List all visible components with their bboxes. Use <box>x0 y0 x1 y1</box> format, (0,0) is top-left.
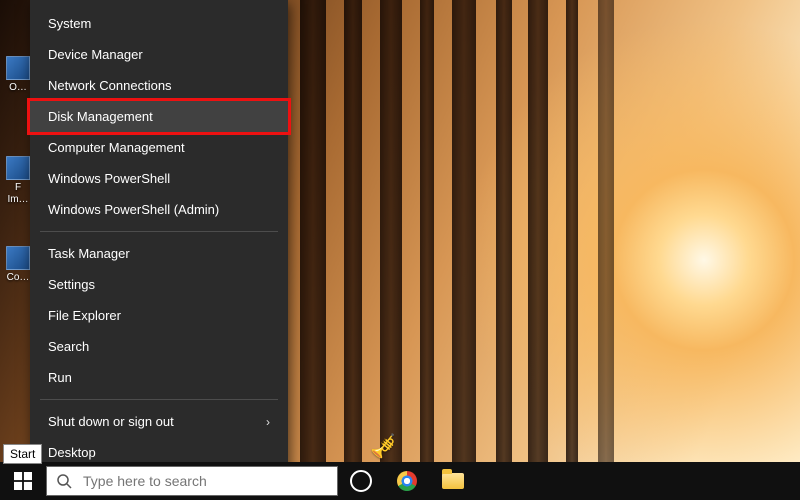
menu-item-label: Run <box>48 370 72 385</box>
chrome-icon <box>397 471 417 491</box>
menu-item-label: File Explorer <box>48 308 121 323</box>
menu-item-label: Search <box>48 339 89 354</box>
menu-item-settings[interactable]: Settings <box>30 269 288 300</box>
menu-item-label: Task Manager <box>48 246 130 261</box>
taskbar-search-box[interactable] <box>46 466 338 496</box>
desktop-icon[interactable]: O… <box>4 56 32 94</box>
task-view-icon <box>350 470 372 492</box>
menu-item-disk-management[interactable]: Disk Management <box>30 101 288 132</box>
menu-item-label: Shut down or sign out <box>48 414 174 429</box>
generic-app-icon <box>6 56 30 80</box>
chevron-right-icon: › <box>266 415 270 429</box>
menu-item-network-connections[interactable]: Network Connections <box>30 70 288 101</box>
menu-item-windows-powershell[interactable]: Windows PowerShell <box>30 163 288 194</box>
windows-logo-icon <box>14 472 32 490</box>
menu-item-device-manager[interactable]: Device Manager <box>30 39 288 70</box>
desktop-icon[interactable]: F Im… <box>4 156 32 206</box>
menu-item-system[interactable]: System <box>30 8 288 39</box>
start-button[interactable] <box>0 462 46 500</box>
menu-item-label: Disk Management <box>48 109 153 124</box>
menu-item-label: Desktop <box>48 445 96 460</box>
menu-item-computer-management[interactable]: Computer Management <box>30 132 288 163</box>
menu-item-label: Windows PowerShell (Admin) <box>48 202 219 217</box>
menu-item-windows-powershell-admin[interactable]: Windows PowerShell (Admin) <box>30 194 288 225</box>
menu-separator <box>40 231 278 232</box>
menu-item-label: Device Manager <box>48 47 143 62</box>
taskbar <box>0 462 800 500</box>
menu-item-file-explorer[interactable]: File Explorer <box>30 300 288 331</box>
generic-app-icon <box>6 156 30 180</box>
menu-item-label: System <box>48 16 91 31</box>
menu-item-label: Computer Management <box>48 140 185 155</box>
folder-icon <box>442 473 464 489</box>
menu-item-shut-down-or-sign-out[interactable]: Shut down or sign out › <box>30 406 288 437</box>
menu-separator <box>40 399 278 400</box>
menu-item-label: Windows PowerShell <box>48 171 170 186</box>
winx-menu: System Device Manager Network Connections D… <box>30 0 288 474</box>
menu-item-label: Settings <box>48 277 95 292</box>
menu-item-run[interactable]: Run <box>30 362 288 393</box>
search-input[interactable] <box>81 466 337 496</box>
desktop-icon[interactable]: Co… <box>4 246 32 284</box>
menu-item-search[interactable]: Search <box>30 331 288 362</box>
generic-app-icon <box>6 246 30 270</box>
search-icon <box>47 473 81 489</box>
task-view-button[interactable] <box>338 462 384 500</box>
menu-item-label: Network Connections <box>48 78 172 93</box>
start-tooltip: Start <box>3 444 42 464</box>
chrome-taskbar-button[interactable] <box>384 462 430 500</box>
menu-item-task-manager[interactable]: Task Manager <box>30 238 288 269</box>
file-explorer-taskbar-button[interactable] <box>430 462 476 500</box>
